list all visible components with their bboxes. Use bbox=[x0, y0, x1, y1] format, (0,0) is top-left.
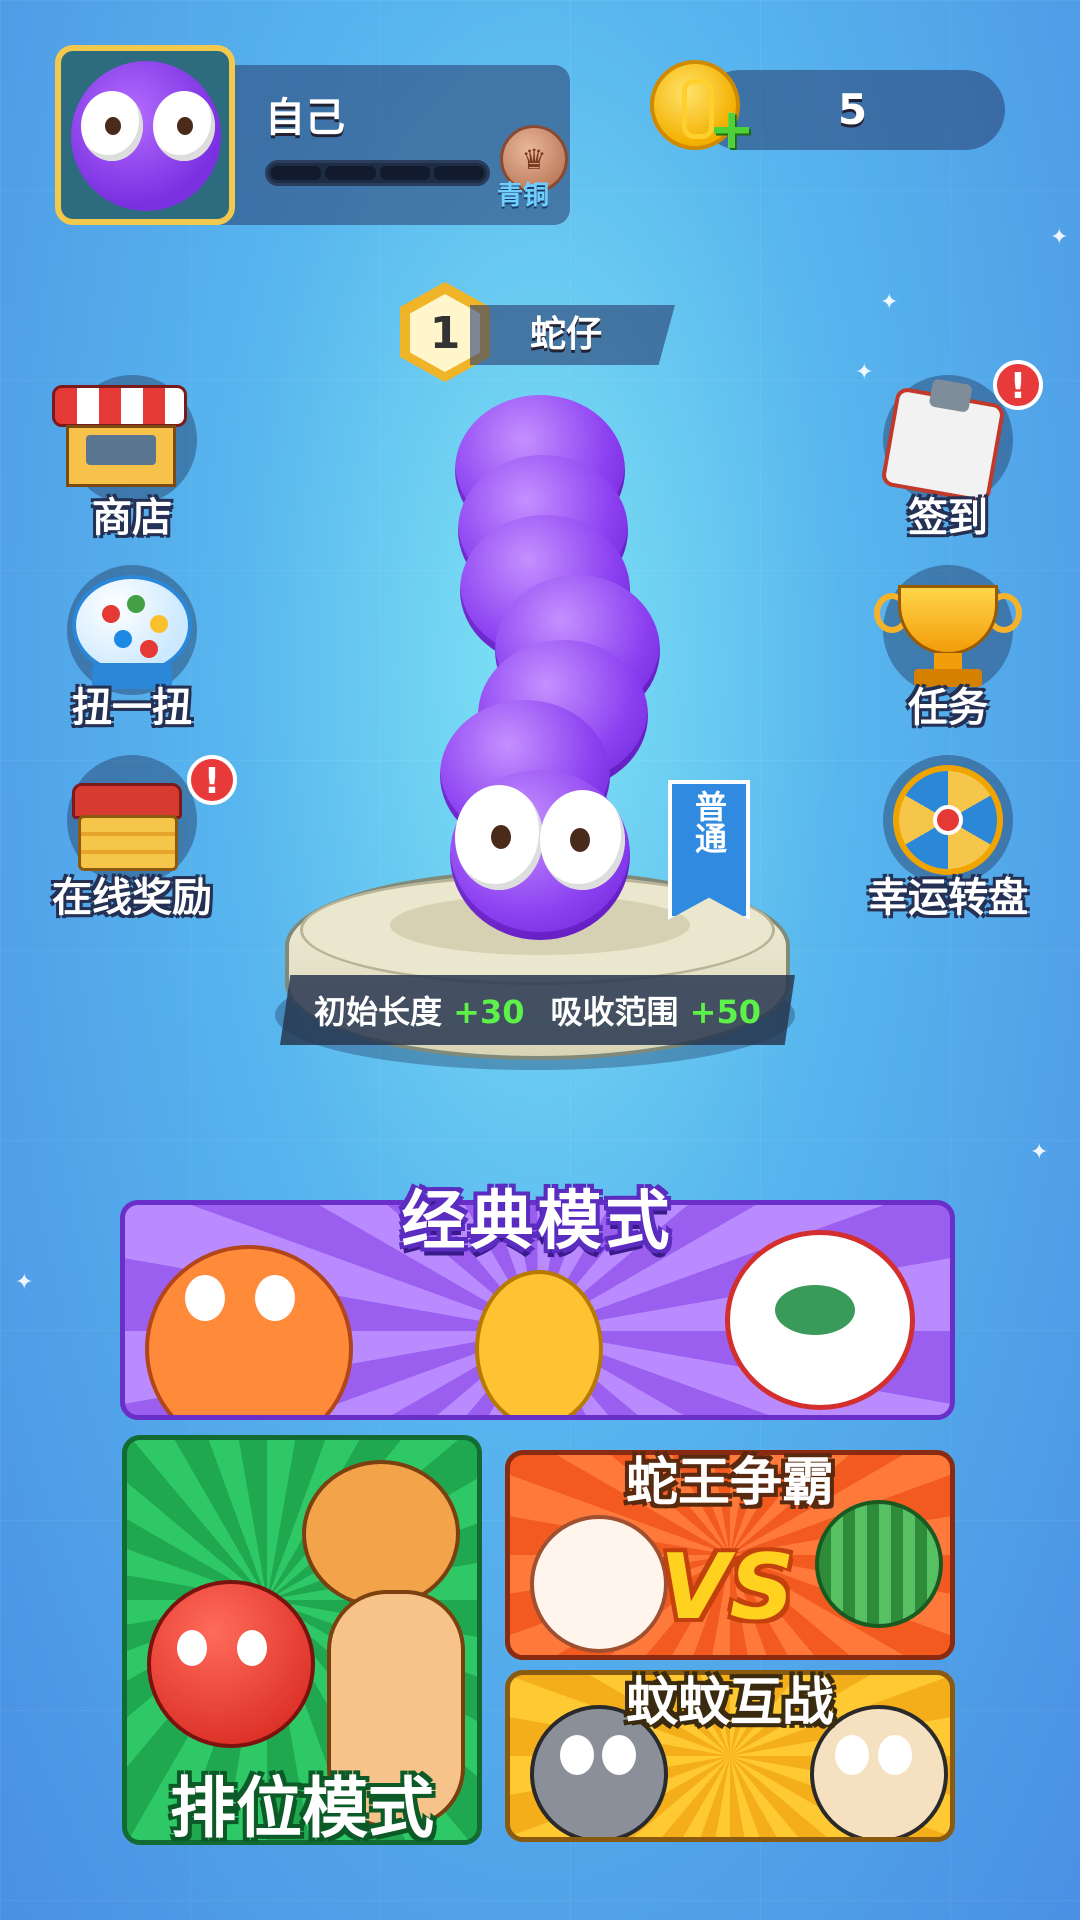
player-profile[interactable]: 自己 ♛ 青铜 bbox=[55, 45, 575, 225]
sparkle-icon: ✦ bbox=[15, 1270, 34, 1295]
player-name: 自己 bbox=[265, 95, 345, 141]
alert-icon: ! bbox=[993, 360, 1043, 410]
rank-label: 青铜 bbox=[497, 181, 550, 211]
sparkle-icon: ✦ bbox=[880, 290, 899, 315]
eye-icon bbox=[237, 1630, 267, 1666]
experience-bar bbox=[265, 160, 490, 186]
eye-icon bbox=[540, 790, 625, 890]
add-coins-button[interactable]: + bbox=[708, 102, 755, 158]
watermelon-icon bbox=[815, 1500, 943, 1628]
eye-icon bbox=[177, 1630, 207, 1666]
eye-icon bbox=[153, 91, 215, 161]
sparkle-icon: ✦ bbox=[1050, 225, 1069, 250]
lucky-wheel-button[interactable]: 幸运转盘 bbox=[848, 755, 1048, 925]
chick-icon bbox=[475, 1270, 603, 1415]
alert-icon: ! bbox=[187, 755, 237, 805]
snake-name: 蛇仔 bbox=[470, 305, 675, 365]
raccoon-icon bbox=[302, 1460, 460, 1608]
stat-start-length: 初始长度 +30 bbox=[314, 993, 525, 1031]
eye-icon bbox=[255, 1275, 295, 1321]
mosquito-battle-mode-title: 蚊蚊互战 bbox=[625, 1673, 834, 1733]
shop-button[interactable]: 商店 bbox=[32, 375, 232, 545]
tasks-button[interactable]: 任务 bbox=[848, 565, 1048, 735]
sheep-icon bbox=[530, 1515, 668, 1653]
classic-mode-title: 经典模式 bbox=[401, 1185, 674, 1259]
online-reward-button[interactable]: ! 在线奖励 bbox=[32, 755, 237, 925]
eye-icon bbox=[455, 785, 543, 890]
ranked-mode-title: 排位模式 bbox=[170, 1770, 434, 1847]
sparkle-icon: ✦ bbox=[1030, 1140, 1049, 1165]
vs-label: VS bbox=[660, 1535, 795, 1640]
eye-icon bbox=[81, 91, 143, 161]
quality-label: 普通 bbox=[690, 790, 728, 854]
gacha-button[interactable]: 扭一扭 bbox=[32, 565, 232, 735]
avatar[interactable] bbox=[55, 45, 235, 225]
stat-absorb-range: 吸收范围 +50 bbox=[550, 993, 762, 1031]
checkin-button[interactable]: ! 签到 bbox=[848, 360, 1048, 545]
dragon-icon bbox=[145, 1245, 353, 1415]
apple-icon bbox=[147, 1580, 315, 1748]
snake-king-mode-title: 蛇王争霸 bbox=[625, 1453, 834, 1513]
eye-icon bbox=[185, 1275, 225, 1321]
snake-stats: 初始长度 +30 吸收范围 +50 bbox=[280, 975, 795, 1045]
